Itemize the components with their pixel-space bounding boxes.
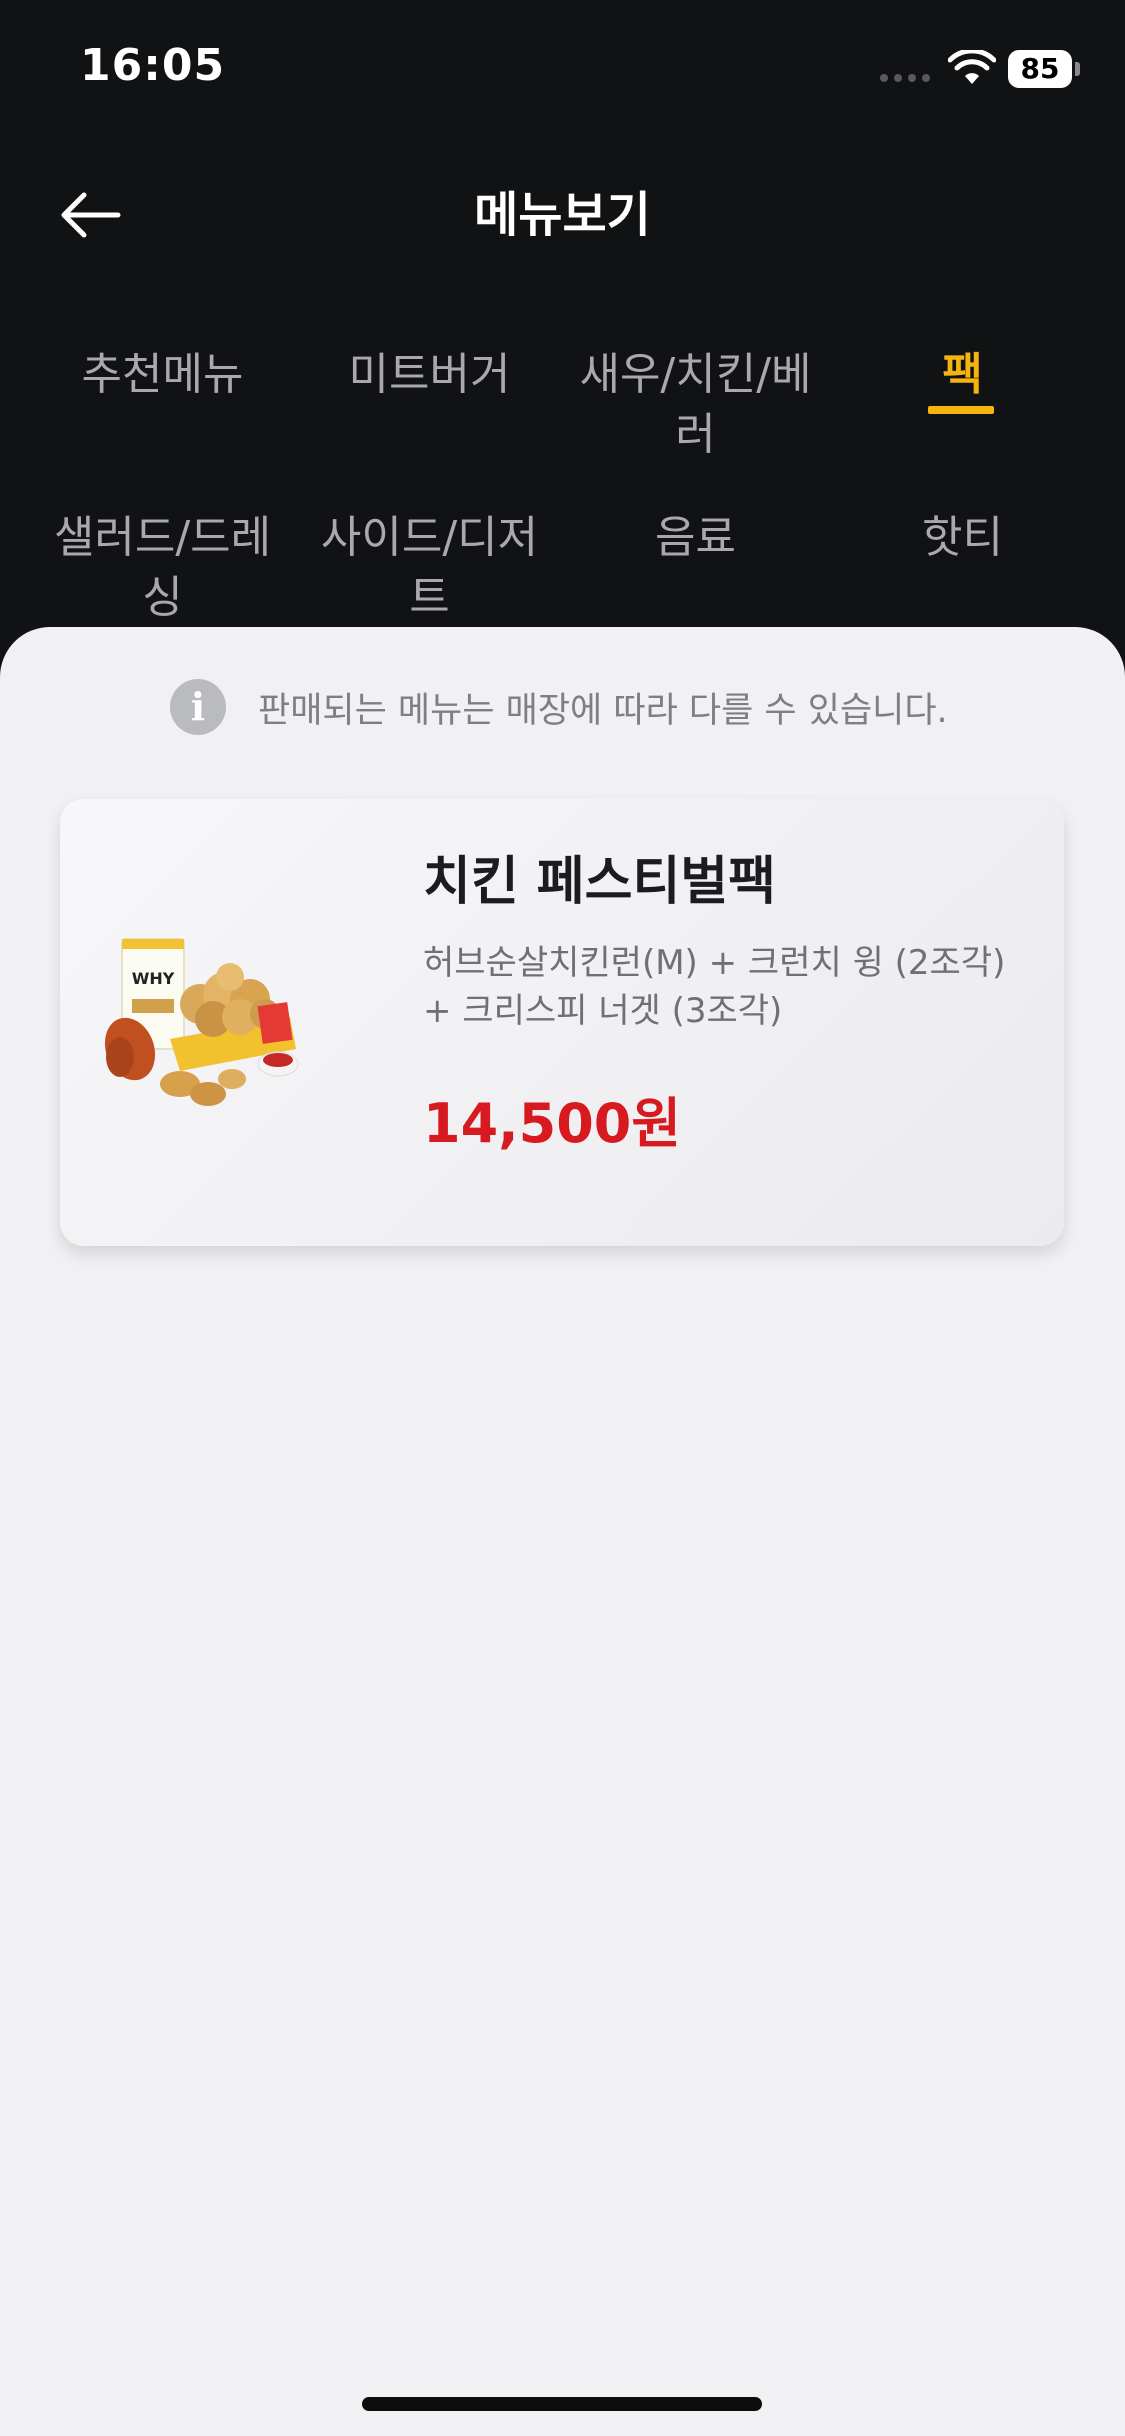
product-description: 허브순살치킨런(M) + 크런치 윙 (2조각) + 크리스피 너겟 (3조각)	[423, 943, 1006, 1031]
product-price: 14,500원	[423, 1092, 682, 1155]
battery-icon: 85	[1008, 50, 1080, 88]
tab-recommended[interactable]: 추천메뉴	[30, 345, 295, 405]
tab-side-dessert[interactable]: 사이드/디저 트	[297, 508, 562, 628]
chicken-pack-image: WHY	[104, 938, 299, 1106]
battery-level: 85	[1008, 50, 1072, 88]
status-time: 16:05	[80, 40, 226, 91]
status-bar: 16:05 85	[0, 0, 1125, 140]
wifi-icon	[948, 50, 996, 84]
header: 메뉴보기	[0, 150, 1125, 280]
cellular-signal-icon	[880, 74, 930, 82]
page-title: 메뉴보기	[474, 187, 651, 243]
home-indicator[interactable]	[362, 2397, 762, 2411]
menu-item-card[interactable]: WHY 치킨 페스티벌팩 허브순살치킨런(M) + 크런치 윙 (2조각) + …	[60, 799, 1064, 1246]
tab-shrimp-chicken-burger[interactable]: 새우/치킨/베 러	[563, 345, 828, 465]
tab-hot-tea[interactable]: 핫티	[830, 508, 1095, 568]
notice-text: 판매되는 메뉴는 매장에 따라 다를 수 있습니다.	[258, 690, 948, 731]
product-name: 치킨 페스티벌팩	[423, 852, 776, 912]
svg-text:WHY: WHY	[132, 969, 175, 988]
tab-meat-burger[interactable]: 미트버거	[297, 345, 562, 405]
content-sheet: i 판매되는 메뉴는 매장에 따라 다를 수 있습니다. WHY 치킨 페스티벌…	[0, 627, 1125, 2436]
info-icon: i	[170, 679, 226, 735]
active-tab-indicator	[928, 406, 994, 414]
tab-pack[interactable]: 팩	[830, 345, 1095, 405]
tab-beverage[interactable]: 음료	[563, 508, 828, 568]
notice: i 판매되는 메뉴는 매장에 따라 다를 수 있습니다.	[170, 679, 948, 735]
tab-salad-dressing[interactable]: 샐러드/드레 싱	[30, 508, 295, 628]
